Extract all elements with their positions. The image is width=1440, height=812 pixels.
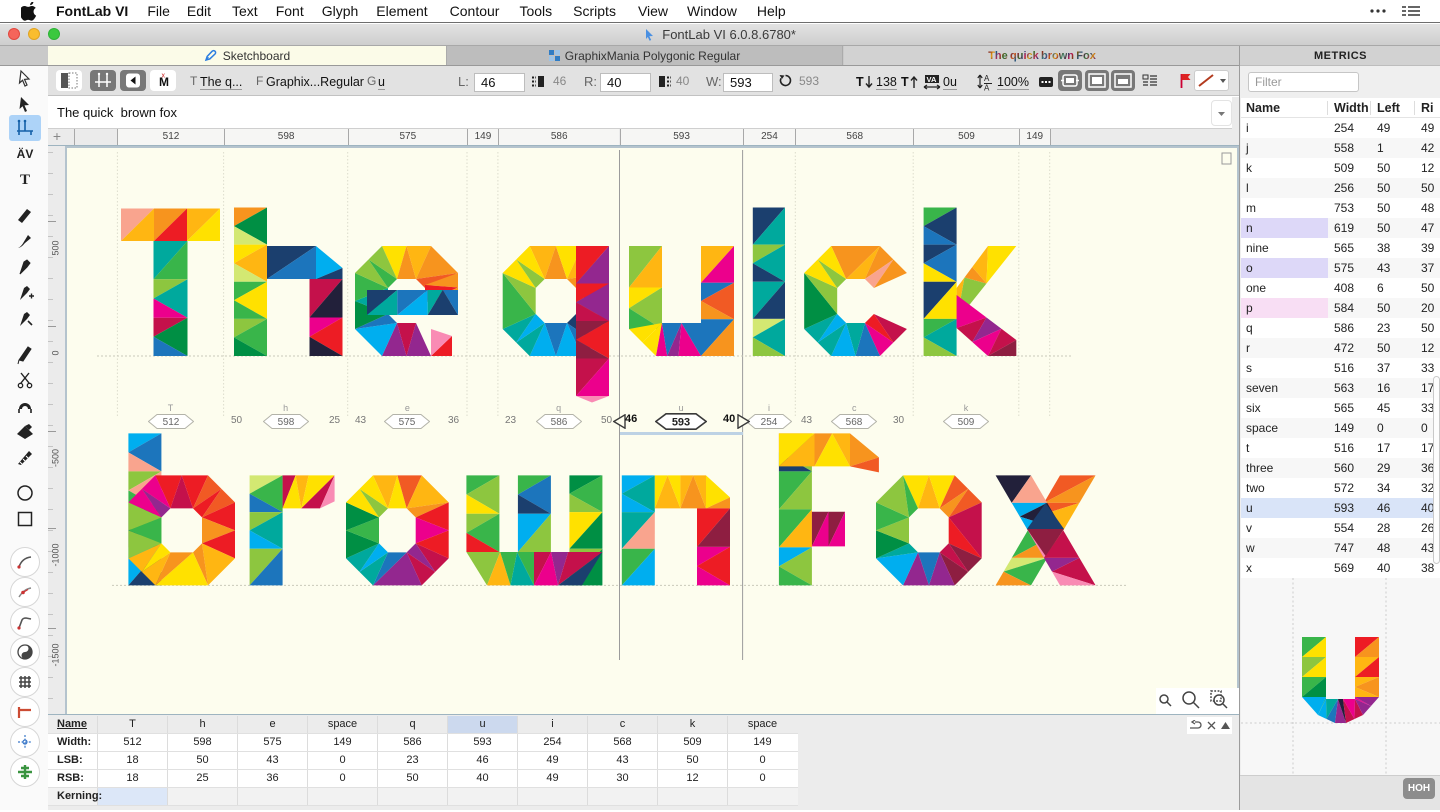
svg-text:598: 598 (277, 417, 294, 428)
svg-text:568: 568 (846, 417, 863, 428)
svg-text:509: 509 (958, 417, 975, 428)
svg-text:575: 575 (399, 417, 416, 428)
svg-text:586: 586 (550, 417, 567, 428)
svg-text:512: 512 (162, 417, 179, 428)
svg-text:593: 593 (672, 417, 690, 429)
svg-text:254: 254 (761, 417, 778, 428)
